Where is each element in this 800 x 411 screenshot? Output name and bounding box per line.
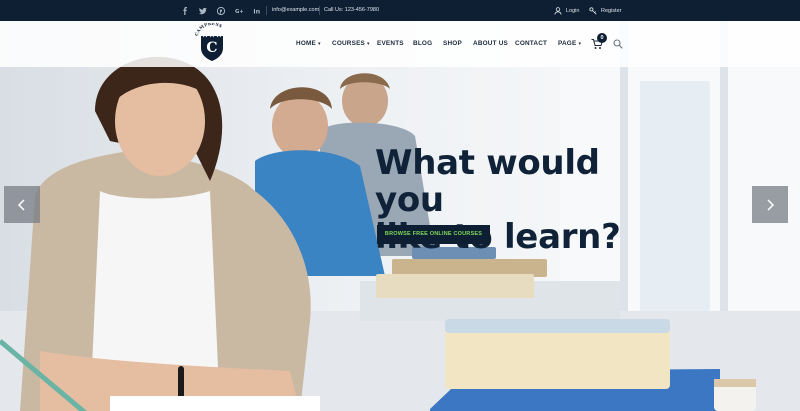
svg-text:G+: G+ (235, 9, 243, 15)
cart-count-badge: 0 (597, 33, 607, 43)
nav-page[interactable]: PAGE ▾ (558, 40, 581, 47)
logo-letter: C (206, 40, 217, 56)
topbar-divider (319, 6, 320, 15)
chevron-down-icon: ▾ (317, 41, 321, 47)
email-link[interactable]: info@example.com (272, 0, 319, 21)
svg-text:CAMPRESS: CAMPRESS (194, 23, 224, 37)
user-icon (554, 6, 562, 15)
nav-contact[interactable]: CONTACT (515, 40, 547, 47)
nav-page-label: PAGE (558, 40, 577, 47)
nav-home[interactable]: HOME ▾ (296, 40, 321, 47)
top-bar: G+ in info@example.com Call Us: 123-456-… (0, 0, 800, 21)
browse-courses-button[interactable]: BROWSE FREE ONLINE COURSES (377, 225, 490, 244)
nav-events[interactable]: EVENTS (377, 40, 404, 47)
main-header: CAMPRESS C HOME ▾ COURSES ▾ EVENTS BLOG SH… (0, 21, 800, 67)
linkedin-icon[interactable]: in (248, 0, 266, 21)
register-label: Register (601, 7, 622, 14)
nav-home-label: HOME (296, 40, 316, 47)
hero-headline-line1: What would you (375, 143, 600, 220)
chevron-down-icon: ▾ (578, 41, 582, 47)
google-plus-icon[interactable]: G+ (230, 0, 248, 21)
key-icon (589, 6, 597, 14)
chevron-left-icon (17, 198, 25, 211)
nav-shop[interactable]: SHOP (443, 40, 462, 47)
svg-text:in: in (253, 7, 260, 15)
nav-courses[interactable]: COURSES ▾ (332, 40, 370, 47)
phone-text: Call Us: 123-456-7980 (324, 7, 380, 13)
nav-about-us[interactable]: ABOUT US (473, 40, 508, 47)
search-icon[interactable] (613, 39, 623, 49)
pinterest-icon[interactable] (212, 0, 230, 21)
nav-courses-label: COURSES (332, 40, 366, 47)
topbar-divider (266, 6, 267, 15)
chevron-down-icon: ▾ (367, 41, 370, 47)
login-link[interactable]: Login (554, 0, 579, 21)
nav-blog[interactable]: BLOG (413, 40, 432, 47)
campress-logo[interactable]: CAMPRESS C (193, 23, 231, 63)
login-label: Login (566, 7, 580, 14)
register-link[interactable]: Register (589, 0, 621, 21)
chevron-right-icon (767, 198, 775, 211)
twitter-icon[interactable] (194, 0, 212, 21)
slider-prev-button[interactable] (4, 186, 40, 223)
facebook-icon[interactable] (176, 0, 194, 21)
logo-arc-text: CAMPRESS (194, 23, 223, 37)
slider-next-button[interactable] (752, 186, 788, 223)
